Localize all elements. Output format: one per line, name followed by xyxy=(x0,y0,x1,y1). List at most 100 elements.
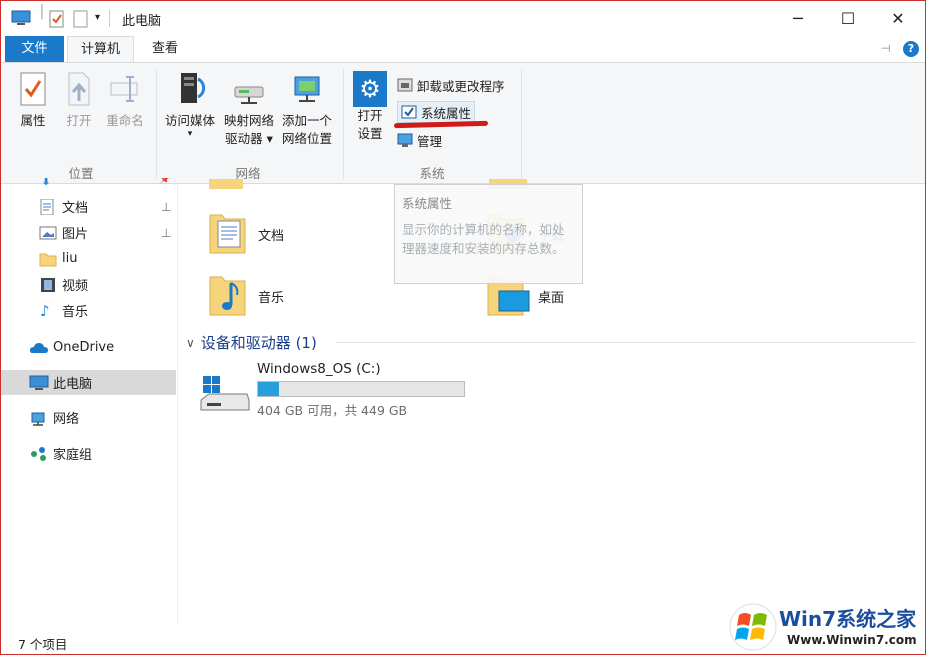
folder-documents[interactable] xyxy=(209,211,246,254)
open-settings-button[interactable]: ⚙ 打开 设置 xyxy=(349,71,391,143)
homegroup-icon xyxy=(31,446,46,461)
pictures-icon xyxy=(39,226,57,239)
drive-name[interactable]: Windows8_OS (C:) xyxy=(257,361,381,377)
map-drive-label-line1: 映射网络 xyxy=(223,113,274,128)
nav-label: 此电脑 xyxy=(53,377,93,392)
tab-view[interactable]: 查看 xyxy=(137,36,193,63)
drive-usage-bar xyxy=(257,381,465,397)
watermark-url: Www.Winwin7.com xyxy=(787,633,917,647)
title-bar: │ ▾ 此电脑 ─ ☐ ✕ xyxy=(1,1,925,36)
this-pc-icon xyxy=(11,10,31,30)
nav-item-downloads-partial[interactable]: ⬇ 📌 xyxy=(1,178,176,190)
folder-label: 音乐 xyxy=(258,291,285,306)
group-separator xyxy=(156,69,157,179)
access-media-button[interactable]: 访问媒体 ▾ xyxy=(162,71,218,139)
open-label: 打开 xyxy=(66,113,92,128)
music-folder-icon xyxy=(209,276,246,316)
folder-partial-top-left[interactable] xyxy=(209,179,245,191)
section-divider xyxy=(336,342,916,343)
new-folder-quick-icon[interactable] xyxy=(73,10,89,32)
open-settings-label-line2: 设置 xyxy=(357,126,383,141)
help-icon[interactable]: ? xyxy=(903,41,919,57)
nav-item-onedrive[interactable]: OneDrive xyxy=(1,335,176,360)
nav-item-network[interactable]: 网络 xyxy=(1,405,176,430)
nav-label: 文档 xyxy=(62,201,89,216)
title-separator xyxy=(109,10,110,27)
open-icon xyxy=(68,72,90,106)
system-properties-icon xyxy=(401,105,417,119)
tab-file[interactable]: 文件 xyxy=(5,36,64,63)
rename-icon xyxy=(110,76,138,102)
minimize-icon: ─ xyxy=(793,9,803,28)
customize-toolbar-icon[interactable]: ▾ xyxy=(95,12,100,23)
nav-label: 视频 xyxy=(62,279,89,294)
system-properties-tooltip: 系统属性 显示你的计算机的名称，如处理器速度和安装的内存总数。 xyxy=(394,184,583,284)
folder-label: 文档 xyxy=(258,229,285,244)
open-button[interactable]: 打开 xyxy=(60,71,98,130)
window-title: 此电脑 xyxy=(122,14,162,29)
tooltip-title: 系统属性 xyxy=(402,196,453,211)
nav-label: 家庭组 xyxy=(53,448,93,463)
network-drive-icon xyxy=(234,86,264,104)
pin-icon[interactable]: ⊥ xyxy=(161,226,171,240)
close-icon: ✕ xyxy=(891,9,905,28)
pin-ribbon-icon[interactable]: ⊣ xyxy=(881,42,891,55)
nav-label: 音乐 xyxy=(62,305,89,320)
group-separator xyxy=(343,69,344,179)
properties-button[interactable]: 属性 xyxy=(14,71,52,130)
properties-icon xyxy=(20,72,46,106)
drive-c[interactable] xyxy=(199,374,251,414)
folder-music[interactable] xyxy=(209,273,246,316)
section-title: 设备和驱动器 (1) xyxy=(200,334,317,352)
manage-button[interactable]: 管理 xyxy=(397,129,442,151)
map-network-drive-button[interactable]: 映射网络 驱动器 ▾ xyxy=(220,71,278,148)
watermark: Win7系统之家 Www.Winwin7.com xyxy=(729,599,921,654)
add-network-location-button[interactable]: 添加一个 网络位置 xyxy=(278,71,336,148)
nav-item-documents[interactable]: 文档 ⊥ xyxy=(1,194,176,219)
nav-item-videos[interactable]: 视频 xyxy=(1,272,176,297)
drive-free-space: 404 GB 可用，共 449 GB xyxy=(257,403,408,418)
properties-quick-icon[interactable] xyxy=(49,10,65,32)
uninstall-programs-button[interactable]: 卸载或更改程序 xyxy=(397,74,505,96)
nav-item-music[interactable]: ♪ 音乐 xyxy=(1,298,176,323)
toolbar-separator-icon: │ xyxy=(38,5,46,20)
pin-icon[interactable]: 📌 xyxy=(159,178,171,185)
windows-drive-icon xyxy=(200,376,250,411)
music-icon: ♪ xyxy=(40,301,50,320)
nav-item-pictures[interactable]: 图片 ⊥ xyxy=(1,220,176,245)
nav-label: 图片 xyxy=(62,227,89,242)
add-location-label-line1: 添加一个 xyxy=(281,113,332,128)
minimize-button[interactable]: ─ xyxy=(775,1,821,36)
nav-item-this-pc[interactable]: 此电脑 xyxy=(1,370,176,395)
manage-icon xyxy=(397,133,413,147)
document-icon xyxy=(40,198,54,215)
maximize-button[interactable]: ☐ xyxy=(825,1,871,36)
group-separator xyxy=(521,69,522,179)
uninstall-label: 卸载或更改程序 xyxy=(417,78,505,94)
rename-button[interactable]: 重命名 xyxy=(103,71,147,130)
manage-label: 管理 xyxy=(417,133,443,149)
nav-item-liu[interactable]: liu xyxy=(1,246,176,271)
tooltip-body: 显示你的计算机的名称，如处理器速度和安装的内存总数。 xyxy=(402,222,565,256)
devices-section-header[interactable]: ∨ 设备和驱动器 (1) xyxy=(186,332,317,353)
uninstall-icon xyxy=(397,78,413,92)
add-location-label-line2: 网络位置 xyxy=(281,131,332,146)
settings-gear-icon: ⚙ xyxy=(353,71,387,107)
properties-label: 属性 xyxy=(20,113,46,128)
windows-logo-icon xyxy=(729,603,777,651)
system-properties-button[interactable]: 系统属性 xyxy=(397,101,476,123)
video-icon xyxy=(41,277,55,292)
drive-usage-fill xyxy=(258,382,279,396)
nav-item-homegroup[interactable]: 家庭组 xyxy=(1,441,176,466)
access-media-dropdown-icon: ▾ xyxy=(187,129,193,139)
pin-icon[interactable]: ⊥ xyxy=(161,200,171,214)
system-group-label: 系统 xyxy=(419,166,445,181)
system-properties-label: 系统属性 xyxy=(421,105,472,121)
close-button[interactable]: ✕ xyxy=(875,1,921,36)
tab-computer[interactable]: 计算机 xyxy=(67,36,134,63)
media-server-icon xyxy=(181,73,206,103)
map-drive-label-line2: 驱动器 ▾ xyxy=(225,131,273,146)
this-pc-icon xyxy=(29,375,49,390)
maximize-icon: ☐ xyxy=(840,9,856,28)
documents-folder-icon xyxy=(209,214,246,254)
